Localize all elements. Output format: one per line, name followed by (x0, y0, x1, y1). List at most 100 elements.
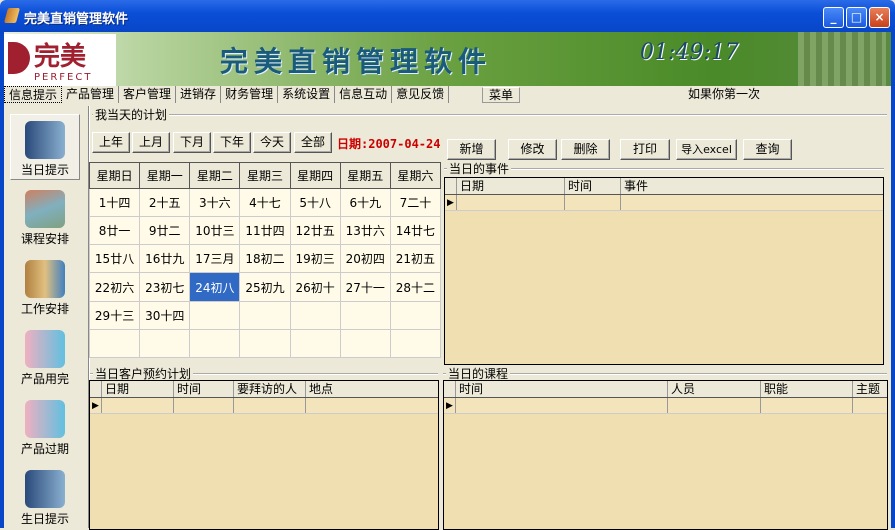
calendar-day[interactable]: 9廿二 (139, 216, 191, 246)
calendar-day[interactable]: 26初十 (289, 272, 341, 302)
import-excel-button[interactable]: 导入excel (676, 139, 737, 160)
calendar-day[interactable]: 14廿七 (389, 216, 442, 246)
calendar-day[interactable]: 12廿五 (289, 216, 341, 246)
row-indicator-icon: ▶ (444, 398, 456, 413)
calendar-day[interactable]: 27十一 (339, 272, 391, 302)
column-header[interactable]: 时间 (456, 381, 668, 397)
menu-customers[interactable]: 客户管理 (119, 86, 177, 103)
query-button[interactable]: 查询 (743, 139, 792, 160)
calendar-day[interactable]: 17三月 (189, 244, 241, 274)
calendar-day[interactable]: 3十六 (189, 187, 241, 218)
calendar-day[interactable]: 8廿一 (88, 216, 141, 246)
all-button[interactable]: 全部 (294, 132, 332, 153)
sidebar-item-product-expired[interactable]: 产品过期 (10, 394, 80, 460)
sidebar-item-courses[interactable]: 课程安排 (10, 184, 80, 250)
calendar-day[interactable] (339, 300, 391, 330)
calendar-day[interactable]: 19初三 (289, 244, 341, 274)
divider (92, 114, 887, 116)
calendar-day[interactable]: 5十八 (289, 187, 341, 218)
table-row[interactable]: ▶ (90, 398, 438, 414)
next-year-button[interactable]: 下年 (213, 132, 251, 153)
birthday-icon (25, 470, 65, 508)
edit-button[interactable]: 修改 (508, 139, 557, 160)
column-header[interactable]: 时间 (174, 381, 234, 397)
column-header[interactable]: 主题 (853, 381, 887, 397)
menu-finance[interactable]: 财务管理 (221, 86, 279, 103)
calendar-day[interactable]: 22初六 (88, 272, 141, 302)
print-button[interactable]: 打印 (620, 139, 670, 160)
next-month-button[interactable]: 下月 (173, 132, 211, 153)
calendar-day[interactable] (139, 328, 191, 359)
product-expired-icon (25, 400, 65, 438)
column-header[interactable]: 人员 (668, 381, 761, 397)
calendar-day[interactable] (289, 328, 341, 359)
calendar-day[interactable] (239, 328, 291, 359)
calendar-day[interactable]: 20初四 (339, 244, 391, 274)
prev-month-button[interactable]: 上月 (132, 132, 170, 153)
maximize-button[interactable]: □ (846, 7, 867, 28)
column-header[interactable]: 地点 (306, 381, 438, 397)
calendar-day[interactable]: 28十二 (389, 272, 442, 302)
window-title: 完美直销管理软件 (24, 12, 129, 27)
calendar-day[interactable] (389, 328, 442, 359)
calendar-day[interactable]: 6十九 (339, 187, 391, 218)
calendar-day[interactable]: 2十五 (139, 187, 191, 218)
building-image (798, 32, 886, 86)
calendar-day[interactable] (239, 300, 291, 330)
menu-feedback[interactable]: 意见反馈 (392, 86, 450, 103)
calendar-day[interactable] (289, 300, 341, 330)
calendar-day[interactable]: 21初五 (389, 244, 442, 274)
calendar-day[interactable]: 18初二 (239, 244, 291, 274)
courses-grid[interactable]: 时间 人员 职能 主题 ▶ (443, 380, 888, 530)
calendar-day[interactable]: 30十四 (139, 300, 191, 330)
calendar-day[interactable]: 7二十 (389, 187, 442, 218)
calendar-day[interactable] (339, 328, 391, 359)
selected-date: 日期:2007-04-24 (337, 137, 441, 151)
sidebar-item-product-empty[interactable]: 产品用完 (10, 324, 80, 390)
column-header[interactable]: 日期 (102, 381, 174, 397)
events-label: 当日的事件 (447, 160, 512, 177)
column-header[interactable]: 要拜访的人 (234, 381, 306, 397)
calendar-day[interactable] (389, 300, 442, 330)
calendar-day[interactable]: 29十三 (88, 300, 141, 330)
calendar-day[interactable]: 13廿六 (339, 216, 391, 246)
table-row[interactable]: ▶ (444, 398, 887, 414)
calendar-day[interactable]: 25初九 (239, 272, 291, 302)
title-bar[interactable] (0, 0, 895, 32)
menu-inventory[interactable]: 进销存 (176, 86, 222, 103)
column-header[interactable]: 日期 (457, 178, 565, 194)
calendar-day[interactable]: 24初八 (189, 272, 241, 302)
sidebar-item-birthday[interactable]: 生日提示 (10, 464, 80, 530)
calendar-day[interactable] (88, 328, 141, 359)
menu-settings[interactable]: 系统设置 (278, 86, 336, 103)
calendar-day[interactable]: 15廿八 (88, 244, 141, 274)
calendar-day[interactable]: 1十四 (88, 187, 141, 218)
weekday-header: 星期四 (289, 162, 341, 189)
events-grid[interactable]: 日期 时间 事件 ▶ (444, 177, 884, 365)
add-button[interactable]: 新增 (447, 139, 496, 160)
table-row[interactable]: ▶ (445, 195, 883, 211)
menu-interaction[interactable]: 信息互动 (335, 86, 393, 103)
column-header[interactable]: 职能 (761, 381, 853, 397)
close-button[interactable]: × (869, 7, 890, 28)
menu-info[interactable]: 信息提示 (4, 86, 63, 103)
calendar-day[interactable]: 4十七 (239, 187, 291, 218)
prev-year-button[interactable]: 上年 (92, 132, 130, 153)
menu-button[interactable]: 菜单 (482, 87, 521, 103)
sidebar-item-work[interactable]: 工作安排 (10, 254, 80, 320)
sidebar-item-daily[interactable]: 当日提示 (10, 114, 80, 180)
delete-button[interactable]: 删除 (561, 139, 610, 160)
calendar-day[interactable] (189, 328, 241, 359)
column-header[interactable]: 事件 (621, 178, 883, 194)
calendar-day[interactable]: 11廿四 (239, 216, 291, 246)
appointments-grid[interactable]: 日期 时间 要拜访的人 地点 ▶ (89, 380, 439, 530)
calendar-day[interactable] (189, 300, 241, 330)
column-header[interactable]: 时间 (565, 178, 621, 194)
menu-products[interactable]: 产品管理 (62, 86, 120, 103)
calendar-day[interactable]: 23初七 (139, 272, 191, 302)
calendar-week: 1十四 2十五 3十六 4十七 5十八 6十九 7二十 (88, 187, 442, 218)
minimize-button[interactable]: _ (823, 7, 844, 28)
calendar-day[interactable]: 10廿三 (189, 216, 241, 246)
calendar-day[interactable]: 16廿九 (139, 244, 191, 274)
today-button[interactable]: 今天 (253, 132, 291, 153)
